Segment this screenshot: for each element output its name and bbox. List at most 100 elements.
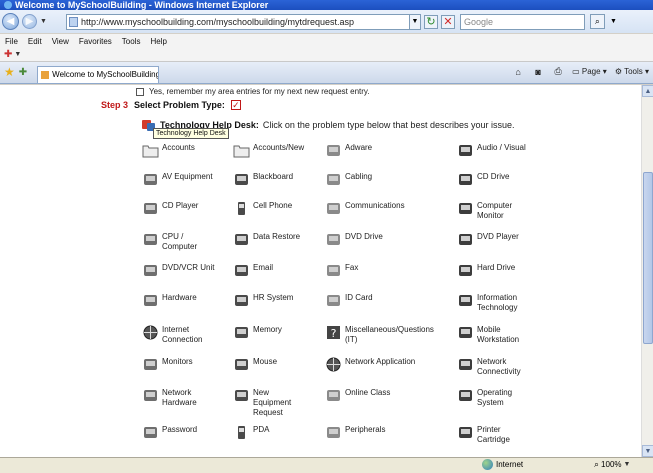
problem-type-label[interactable]: Mouse xyxy=(253,355,277,367)
search-input[interactable]: Google xyxy=(459,13,585,30)
scroll-thumb[interactable] xyxy=(643,172,653,344)
monitor-icon[interactable] xyxy=(457,200,474,217)
new-equipment-icon[interactable] xyxy=(233,387,250,404)
problem-type-item[interactable]: AV Equipment xyxy=(142,170,213,188)
peripherals-icon[interactable] xyxy=(325,424,342,441)
problem-type-item[interactable]: Hard Drive xyxy=(457,261,515,279)
problem-type-label[interactable]: Cell Phone xyxy=(253,199,292,211)
problem-type-item[interactable]: Information Technology xyxy=(457,291,517,313)
problem-type-label[interactable]: HR System xyxy=(253,291,293,303)
network-hardware-icon[interactable] xyxy=(142,387,159,404)
globe-icon[interactable] xyxy=(142,324,159,341)
memory-icon[interactable] xyxy=(233,324,250,341)
problem-type-label[interactable]: Hardware xyxy=(162,291,197,303)
microphone-icon[interactable] xyxy=(457,142,474,159)
refresh-icon[interactable]: ↻ xyxy=(423,14,438,29)
folder-add-icon[interactable] xyxy=(233,142,250,159)
problem-type-label[interactable]: Monitors xyxy=(162,355,193,367)
tab-myschoolbuilding[interactable]: Welcome to MySchoolBuilding xyxy=(37,66,160,83)
favorites-star-icon[interactable]: ★ xyxy=(4,65,15,79)
id-card-icon[interactable] xyxy=(325,292,342,309)
print-icon[interactable]: ⎙ xyxy=(552,66,564,77)
dvd-drive-icon[interactable] xyxy=(325,231,342,248)
problem-type-item[interactable]: Printer Cartridge xyxy=(457,423,510,445)
problem-type-label[interactable]: Operating System xyxy=(477,386,512,408)
problem-type-item[interactable]: Network Connectivity xyxy=(457,355,521,377)
security-zone[interactable]: Internet xyxy=(482,459,523,470)
menu-view[interactable]: View xyxy=(52,37,69,46)
scroll-down-icon[interactable]: ▼ xyxy=(642,445,653,457)
vertical-scrollbar[interactable]: ▲ ▼ xyxy=(641,85,653,457)
mouse-it-icon[interactable] xyxy=(457,292,474,309)
menu-tools[interactable]: Tools xyxy=(122,37,141,46)
fax-icon[interactable] xyxy=(325,262,342,279)
home-icon[interactable]: ⌂ xyxy=(512,66,524,77)
problem-type-label[interactable]: Network Connectivity xyxy=(477,355,521,377)
history-dropdown-icon[interactable]: ▼ xyxy=(40,18,47,25)
scroll-up-icon[interactable]: ▲ xyxy=(642,85,653,97)
problem-type-item[interactable]: Monitors xyxy=(142,355,193,373)
problem-type-label[interactable]: Hard Drive xyxy=(477,261,515,273)
problem-type-item[interactable]: Mobile Workstation xyxy=(457,323,519,345)
problem-type-item[interactable]: Internet Connection xyxy=(142,323,202,345)
problem-type-item[interactable]: Cell Phone xyxy=(233,199,292,217)
problem-type-item[interactable]: CD Drive xyxy=(457,170,509,188)
problem-type-item[interactable]: Computer Monitor xyxy=(457,199,512,221)
url-dropdown-icon[interactable]: ▼ xyxy=(408,13,421,30)
problem-type-item[interactable]: Cabling xyxy=(325,170,372,188)
add-favorite-icon[interactable]: ✚ xyxy=(19,67,27,78)
problem-type-item[interactable]: Accounts xyxy=(142,141,195,159)
problem-type-label[interactable]: Internet Connection xyxy=(162,323,202,345)
problem-type-label[interactable]: AV Equipment xyxy=(162,170,213,182)
problem-type-item[interactable]: Communications xyxy=(325,199,405,217)
feeds-icon[interactable]: ◙ xyxy=(532,66,544,77)
problem-type-item[interactable]: Online Class xyxy=(325,386,390,404)
problem-type-label[interactable]: Accounts/New xyxy=(253,141,304,153)
problem-type-label[interactable]: DVD Player xyxy=(477,230,519,242)
cpu-icon[interactable] xyxy=(142,231,159,248)
cd-player-icon[interactable] xyxy=(142,200,159,217)
problem-type-label[interactable]: DVD Drive xyxy=(345,230,383,242)
problem-type-label[interactable]: Email xyxy=(253,261,273,273)
problem-type-label[interactable]: PDA xyxy=(253,423,269,435)
problem-type-label[interactable]: CPU / Computer xyxy=(162,230,197,252)
problem-type-label[interactable]: Miscellaneous/Questions (IT) xyxy=(345,323,434,345)
problem-type-item[interactable]: PDA xyxy=(233,423,269,441)
network-app-icon[interactable] xyxy=(325,356,342,373)
problem-type-item[interactable]: HR System xyxy=(233,291,293,309)
problem-type-label[interactable]: Network Application xyxy=(345,355,415,367)
problem-type-label[interactable]: ID Card xyxy=(345,291,373,303)
problem-type-item[interactable]: Password xyxy=(142,423,197,441)
problem-type-label[interactable]: Memory xyxy=(253,323,282,335)
dvd-vcr-icon[interactable] xyxy=(142,262,159,279)
problem-type-label[interactable]: CD Drive xyxy=(477,170,509,182)
hr-system-icon[interactable] xyxy=(233,292,250,309)
problem-type-label[interactable]: Data Restore xyxy=(253,230,300,242)
problem-type-label[interactable]: Information Technology xyxy=(477,291,517,313)
problem-type-label[interactable]: Printer Cartridge xyxy=(477,423,510,445)
zoom-control[interactable]: ⌕ 100% ▼ xyxy=(594,459,630,470)
problem-type-label[interactable]: Online Class xyxy=(345,386,390,398)
problem-type-label[interactable]: Peripherals xyxy=(345,423,385,435)
blackboard-icon[interactable] xyxy=(233,171,250,188)
problem-type-item[interactable]: Hardware xyxy=(142,291,197,309)
problem-type-item[interactable]: Adware xyxy=(325,141,372,159)
network-connectivity-icon[interactable] xyxy=(457,356,474,373)
problem-type-item[interactable]: Email xyxy=(233,261,273,279)
menu-edit[interactable]: Edit xyxy=(28,37,42,46)
problem-type-item[interactable]: ID Card xyxy=(325,291,373,309)
folder-icon[interactable] xyxy=(142,142,159,159)
links-dropdown-icon[interactable]: ▼ xyxy=(14,51,21,58)
problem-type-item[interactable]: Blackboard xyxy=(233,170,293,188)
problem-type-label[interactable]: Adware xyxy=(345,141,372,153)
problem-type-label[interactable]: Blackboard xyxy=(253,170,293,182)
problem-type-item[interactable]: Fax xyxy=(325,261,358,279)
mobile-workstation-icon[interactable] xyxy=(457,324,474,341)
problem-type-item[interactable]: Accounts/New xyxy=(233,141,304,159)
problem-type-label[interactable]: Communications xyxy=(345,199,405,211)
problem-type-item[interactable]: Operating System xyxy=(457,386,512,408)
operating-system-icon[interactable] xyxy=(457,387,474,404)
dvd-player-icon[interactable] xyxy=(457,231,474,248)
problem-type-label[interactable]: Fax xyxy=(345,261,358,273)
problem-type-label[interactable]: Cabling xyxy=(345,170,372,182)
